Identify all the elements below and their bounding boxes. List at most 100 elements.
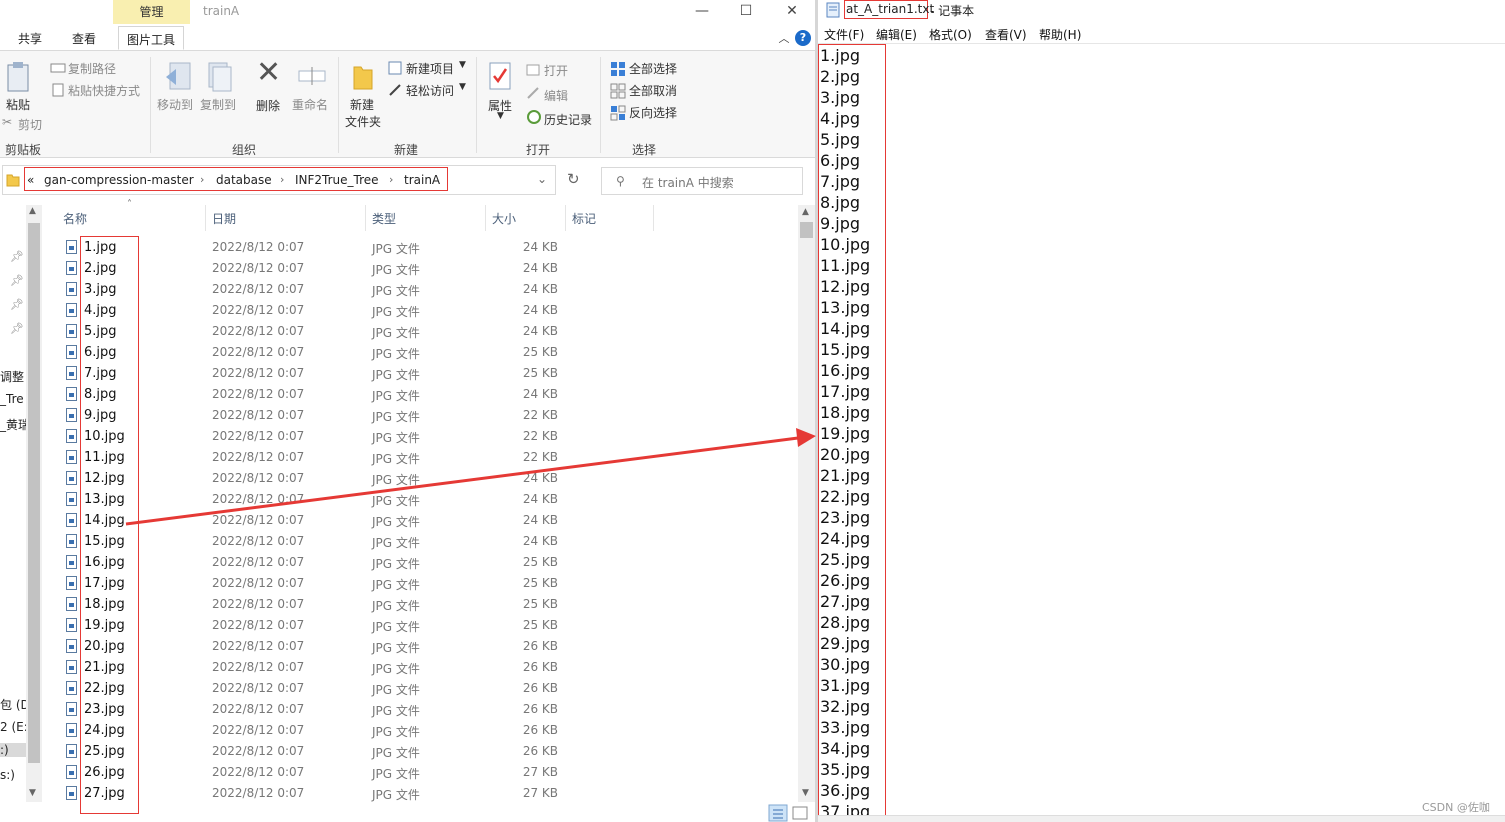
file-row[interactable]: 6.jpg 2022/8/12 0:07 JPG 文件 25 KB — [60, 342, 800, 363]
chevron-down-icon[interactable]: ▼ — [459, 60, 466, 70]
minimize-icon[interactable]: — — [692, 2, 712, 20]
close-icon[interactable]: ✕ — [782, 2, 802, 20]
nav-item-drive[interactable]: 包 (D — [0, 696, 26, 713]
breadcrumb-more[interactable]: « — [27, 173, 34, 187]
file-row[interactable]: 11.jpg 2022/8/12 0:07 JPG 文件 22 KB — [60, 447, 800, 468]
file-row[interactable]: 26.jpg 2022/8/12 0:07 JPG 文件 27 KB — [60, 762, 800, 783]
breadcrumb-item-gan-compression-master[interactable]: gan-compression-master — [44, 173, 194, 187]
scroll-down-icon[interactable]: ▼ — [802, 788, 809, 798]
tab-picture-tools[interactable]: 图片工具 — [118, 26, 185, 50]
select-none-button[interactable]: 全部取消 — [629, 82, 677, 99]
file-row[interactable]: 13.jpg 2022/8/12 0:07 JPG 文件 24 KB — [60, 489, 800, 510]
pin-icon[interactable]: 📌︎ — [10, 298, 24, 311]
breadcrumb-item-database[interactable]: database — [216, 173, 272, 187]
copy-to-button[interactable]: 复制到 — [200, 96, 236, 113]
file-row[interactable]: 1.jpg 2022/8/12 0:07 JPG 文件 24 KB — [60, 237, 800, 258]
rename-button[interactable]: 重命名 — [292, 96, 328, 113]
pin-icon[interactable]: 📌︎ — [10, 250, 24, 263]
chevron-right-icon[interactable]: › — [200, 173, 204, 186]
file-row[interactable]: 22.jpg 2022/8/12 0:07 JPG 文件 26 KB — [60, 678, 800, 699]
menu-file[interactable]: 文件(F) — [824, 26, 864, 43]
file-row[interactable]: 14.jpg 2022/8/12 0:07 JPG 文件 24 KB — [60, 510, 800, 531]
search-input[interactable]: ⚲ 在 trainA 中搜索 — [601, 167, 803, 195]
invert-selection-button[interactable]: 反向选择 — [629, 104, 677, 121]
file-row[interactable]: 10.jpg 2022/8/12 0:07 JPG 文件 22 KB — [60, 426, 800, 447]
file-row[interactable]: 8.jpg 2022/8/12 0:07 JPG 文件 24 KB — [60, 384, 800, 405]
file-row[interactable]: 18.jpg 2022/8/12 0:07 JPG 文件 25 KB — [60, 594, 800, 615]
nav-scrollbar-thumb[interactable] — [28, 223, 40, 763]
nav-item[interactable]: _Tre — [0, 392, 26, 406]
pin-icon[interactable]: 📌︎ — [10, 274, 24, 287]
tab-view[interactable]: 查看 — [72, 30, 96, 47]
file-type: JPG 文件 — [372, 725, 420, 739]
file-row[interactable]: 24.jpg 2022/8/12 0:07 JPG 文件 26 KB — [60, 720, 800, 741]
new-folder-label-2[interactable]: 文件夹 — [345, 113, 381, 130]
scroll-down-icon[interactable]: ▼ — [29, 788, 36, 798]
edit-button[interactable]: 编辑 — [544, 87, 568, 104]
menu-format[interactable]: 格式(O) — [929, 26, 972, 43]
open-button[interactable]: 打开 — [544, 62, 568, 79]
file-list-scrollbar-thumb[interactable] — [800, 222, 813, 238]
file-row[interactable]: 27.jpg 2022/8/12 0:07 JPG 文件 27 KB — [60, 783, 800, 804]
notepad-text-area[interactable]: 1.jpg 2.jpg 3.jpg 4.jpg 5.jpg 6.jpg 7.jpg 8.jpg… — [818, 43, 1505, 821]
chevron-right-icon[interactable]: › — [280, 173, 284, 186]
column-header-size[interactable]: 大小 — [492, 210, 516, 227]
column-header-name[interactable]: 名称 — [63, 210, 87, 227]
cut-button[interactable]: 剪切 — [18, 116, 42, 133]
file-row[interactable]: 7.jpg 2022/8/12 0:07 JPG 文件 25 KB — [60, 363, 800, 384]
chevron-right-icon[interactable]: › — [389, 173, 393, 186]
file-row[interactable]: 4.jpg 2022/8/12 0:07 JPG 文件 24 KB — [60, 300, 800, 321]
column-header-tags[interactable]: 标记 — [572, 210, 596, 227]
maximize-icon[interactable]: ☐ — [736, 2, 756, 20]
menu-edit[interactable]: 编辑(E) — [876, 26, 917, 43]
nav-item[interactable]: _黄瑞 — [0, 416, 26, 433]
menu-view[interactable]: 查看(V) — [985, 26, 1027, 43]
tab-manage[interactable]: 管理 — [113, 0, 190, 24]
file-row[interactable]: 5.jpg 2022/8/12 0:07 JPG 文件 24 KB — [60, 321, 800, 342]
file-row[interactable]: 23.jpg 2022/8/12 0:07 JPG 文件 26 KB — [60, 699, 800, 720]
breadcrumb-item-inf2true-tree[interactable]: INF2True_Tree — [295, 173, 379, 187]
file-row[interactable]: 3.jpg 2022/8/12 0:07 JPG 文件 24 KB — [60, 279, 800, 300]
nav-item-drive[interactable]: :) — [0, 743, 26, 757]
move-to-button[interactable]: 移动到 — [157, 96, 193, 113]
file-list-scrollbar[interactable] — [798, 205, 815, 802]
menu-help[interactable]: 帮助(H) — [1039, 26, 1081, 43]
delete-button[interactable]: 删除 — [256, 97, 280, 114]
file-row[interactable]: 20.jpg 2022/8/12 0:07 JPG 文件 26 KB — [60, 636, 800, 657]
breadcrumb-item-traina[interactable]: trainA — [404, 173, 440, 187]
file-row[interactable]: 21.jpg 2022/8/12 0:07 JPG 文件 26 KB — [60, 657, 800, 678]
refresh-icon[interactable]: ↻ — [567, 170, 580, 188]
easy-access-button[interactable]: 轻松访问 — [406, 82, 454, 99]
tab-share[interactable]: 共享 — [18, 30, 42, 47]
chevron-down-icon[interactable]: ▼ — [459, 82, 466, 92]
file-row[interactable]: 12.jpg 2022/8/12 0:07 JPG 文件 24 KB — [60, 468, 800, 489]
file-row[interactable]: 16.jpg 2022/8/12 0:07 JPG 文件 25 KB — [60, 552, 800, 573]
scroll-up-icon[interactable]: ▲ — [802, 207, 809, 217]
chevron-down-icon[interactable]: ▼ — [497, 111, 504, 121]
select-all-button[interactable]: 全部选择 — [629, 60, 677, 77]
collapse-ribbon-icon[interactable]: ︿ — [774, 30, 794, 48]
scroll-up-icon[interactable]: ▲ — [29, 206, 36, 216]
file-row[interactable]: 17.jpg 2022/8/12 0:07 JPG 文件 25 KB — [60, 573, 800, 594]
column-header-type[interactable]: 类型 — [372, 210, 396, 227]
file-row[interactable]: 15.jpg 2022/8/12 0:07 JPG 文件 24 KB — [60, 531, 800, 552]
new-folder-label[interactable]: 新建 — [350, 96, 374, 113]
file-row[interactable]: 9.jpg 2022/8/12 0:07 JPG 文件 22 KB — [60, 405, 800, 426]
paste-icon[interactable] — [6, 61, 30, 93]
nav-item-drive[interactable]: s:) — [0, 768, 26, 782]
view-mode-icons[interactable] — [768, 804, 812, 822]
file-row[interactable]: 25.jpg 2022/8/12 0:07 JPG 文件 26 KB — [60, 741, 800, 762]
paste-shortcut-button[interactable]: 粘贴快捷方式 — [68, 82, 140, 99]
nav-item[interactable]: 调整 — [0, 368, 24, 385]
file-row[interactable]: 2.jpg 2022/8/12 0:07 JPG 文件 24 KB — [60, 258, 800, 279]
chevron-down-icon[interactable]: ⌄ — [537, 172, 547, 186]
paste-button[interactable]: 粘贴 — [6, 96, 30, 113]
help-icon[interactable]: ? — [795, 30, 811, 46]
pin-icon[interactable]: 📌︎ — [10, 322, 24, 335]
new-item-button[interactable]: 新建项目 — [406, 60, 454, 77]
nav-item-drive[interactable]: 2 (E:) — [0, 720, 26, 734]
file-row[interactable]: 19.jpg 2022/8/12 0:07 JPG 文件 25 KB — [60, 615, 800, 636]
column-header-date[interactable]: 日期 — [212, 210, 236, 227]
history-button[interactable]: 历史记录 — [544, 111, 592, 128]
copy-path-button[interactable]: 复制路径 — [68, 60, 116, 77]
